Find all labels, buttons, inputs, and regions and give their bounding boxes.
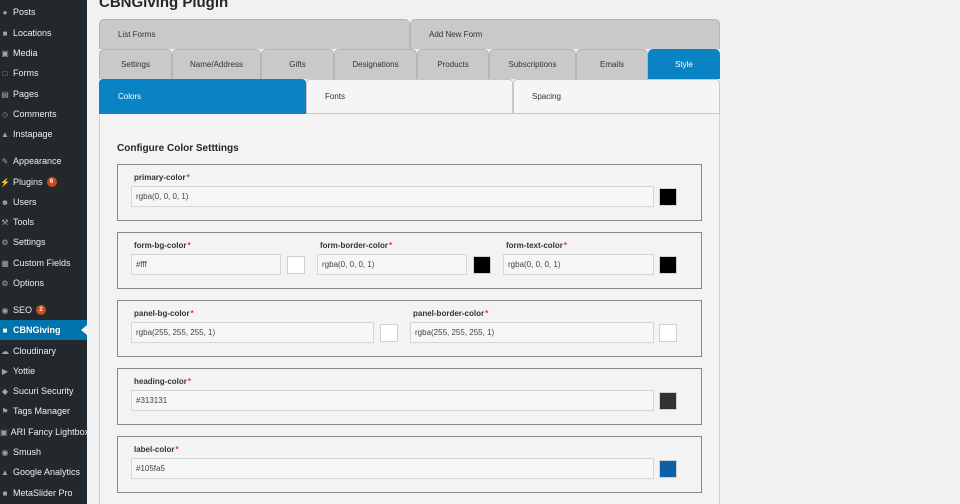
seo-notification-badge: 2 — [36, 305, 47, 315]
tab-emails[interactable]: Emails — [576, 49, 648, 79]
form-bg-color-label: form-bg-color* — [134, 241, 191, 250]
media-icon: ▣ — [1, 48, 9, 58]
seo-icon: ◉ — [1, 305, 9, 315]
primary-color-input[interactable] — [131, 186, 654, 207]
plugins-update-badge: 6 — [46, 177, 57, 187]
sidebar-item-ari-fancy-lightbox[interactable]: ▣ ARI Fancy Lightbox — [0, 422, 89, 442]
settings-icon: ⚙ — [1, 237, 9, 247]
sidebar-item-pages[interactable]: ▤ Pages — [0, 84, 87, 104]
cloudinary-icon: ☁ — [1, 346, 9, 356]
tab-settings[interactable]: Settings — [99, 49, 172, 79]
sidebar-item-appearance[interactable]: ✎ Appearance — [0, 151, 87, 171]
heading-color-label: heading-color* — [134, 377, 192, 386]
required-asterisk: * — [190, 309, 194, 318]
label-color-label: label-color* — [134, 445, 179, 454]
form-text-color-input[interactable] — [503, 254, 654, 275]
panel-bg-color-input[interactable] — [131, 322, 374, 343]
sidebar-item-seo[interactable]: ◉ SEO 2 — [0, 300, 87, 320]
heading-color-input[interactable] — [131, 390, 654, 411]
tab-gifts[interactable]: Gifts — [261, 49, 334, 79]
sidebar-item-google-analytics[interactable]: ▲ Google Analytics — [0, 462, 87, 482]
appearance-icon: ✎ — [1, 156, 9, 166]
form-bg-color-swatch[interactable] — [287, 256, 305, 274]
sidebar-item-media[interactable]: ▣ Media — [0, 43, 87, 63]
tab-subscriptions[interactable]: Subscriptions — [489, 49, 576, 79]
panel-border-color-input[interactable] — [410, 322, 654, 343]
tab-designations[interactable]: Designations — [334, 49, 417, 79]
yottie-icon: ▶ — [1, 366, 9, 376]
panel-border-color-swatch[interactable] — [659, 324, 677, 342]
cbngiving-icon: ■ — [2, 325, 8, 335]
lightbox-icon: ▣ — [0, 427, 8, 437]
label-color-swatch[interactable] — [659, 460, 677, 478]
admin-sidebar: ● Posts ■ Locations ▣ Media □ Forms ▤ Pages ◇… — [0, 0, 89, 504]
analytics-icon: ▲ — [1, 467, 9, 477]
sidebar-item-tools[interactable]: ⚒ Tools — [0, 212, 87, 232]
sidebar-item-instapage[interactable]: ▲ Instapage — [0, 124, 87, 144]
tab-name-address[interactable]: Name/Address — [172, 49, 261, 79]
sucuri-icon: ◆ — [1, 386, 9, 396]
pin-icon: ● — [2, 7, 8, 17]
instapage-icon: ▲ — [1, 129, 9, 139]
sidebar-item-locations[interactable]: ■ Locations — [0, 23, 87, 43]
sidebar-item-plugins[interactable]: ⚡ Plugins 6 — [0, 172, 87, 192]
tab-list-forms[interactable]: List Forms — [99, 19, 410, 49]
sidebar-item-forms[interactable]: □ Forms — [0, 63, 87, 83]
plugins-icon: ⚡ — [0, 177, 10, 187]
panel-border-color-label: panel-border-color* — [413, 309, 489, 318]
metaslider-icon: ■ — [2, 488, 8, 498]
form-text-color-label: form-text-color* — [506, 241, 568, 250]
subtab-spacing[interactable]: Spacing — [513, 79, 720, 114]
required-asterisk: * — [485, 309, 489, 318]
sidebar-item-cloudinary[interactable]: ☁ Cloudinary — [0, 341, 87, 361]
sidebar-item-tags-manager[interactable]: ⚑ Tags Manager — [0, 401, 87, 421]
sidebar-item-metaslider-pro[interactable]: ■ MetaSlider Pro — [0, 483, 87, 503]
sidebar-item-sucuri-security[interactable]: ◆ Sucuri Security — [0, 381, 87, 401]
form-border-color-swatch[interactable] — [473, 256, 491, 274]
tab-add-new-form[interactable]: Add New Form — [410, 19, 720, 49]
tools-icon: ⚒ — [1, 217, 9, 227]
sidebar-item-comments[interactable]: ◇ Comments — [0, 104, 87, 124]
forms-icon: □ — [2, 68, 8, 78]
sidebar-item-custom-fields[interactable]: ▦ Custom Fields — [0, 253, 87, 273]
tags-icon: ⚑ — [1, 406, 9, 416]
primary-color-label: primary-color* — [134, 173, 190, 182]
form-text-color-swatch[interactable] — [659, 256, 677, 274]
comments-icon: ◇ — [1, 109, 9, 119]
required-asterisk: * — [563, 241, 568, 250]
users-icon: ☻ — [0, 197, 10, 207]
required-asterisk: * — [389, 241, 393, 250]
tab-products[interactable]: Products — [417, 49, 489, 79]
form-border-color-input[interactable] — [317, 254, 467, 275]
label-color-input[interactable] — [131, 458, 654, 479]
section-title: Configure Color Setttings — [117, 143, 239, 154]
location-icon: ■ — [2, 28, 8, 38]
sidebar-item-yottie[interactable]: ▶ Yottie — [0, 361, 87, 381]
page-title: CBNGiving Plugin — [99, 0, 229, 11]
sidebar-item-smush[interactable]: ◉ Smush — [0, 442, 87, 462]
options-icon: ⚙ — [1, 278, 9, 288]
smush-icon: ◉ — [1, 447, 9, 457]
sidebar-item-settings[interactable]: ⚙ Settings — [0, 232, 87, 252]
required-asterisk: * — [187, 241, 191, 250]
required-asterisk: * — [175, 445, 179, 454]
form-border-color-label: form-border-color* — [320, 241, 393, 250]
custom-fields-icon: ▦ — [1, 258, 9, 268]
sidebar-item-options[interactable]: ⚙ Options — [0, 273, 87, 293]
subtab-fonts[interactable]: Fonts — [306, 79, 513, 114]
panel-bg-color-label: panel-bg-color* — [134, 309, 194, 318]
tab-style[interactable]: Style — [648, 49, 720, 79]
primary-color-swatch[interactable] — [659, 188, 677, 206]
heading-color-swatch[interactable] — [659, 392, 677, 410]
sidebar-item-users[interactable]: ☻ Users — [0, 192, 87, 212]
required-asterisk: * — [186, 173, 190, 182]
sidebar-item-cbngiving[interactable]: ■ CBNGiving — [0, 320, 87, 340]
required-asterisk: * — [187, 377, 192, 386]
form-bg-color-input[interactable] — [131, 254, 281, 275]
pages-icon: ▤ — [1, 89, 9, 99]
subtab-colors[interactable]: Colors — [99, 79, 306, 114]
sidebar-item-posts[interactable]: ● Posts — [0, 2, 87, 22]
panel-bg-color-swatch[interactable] — [380, 324, 398, 342]
